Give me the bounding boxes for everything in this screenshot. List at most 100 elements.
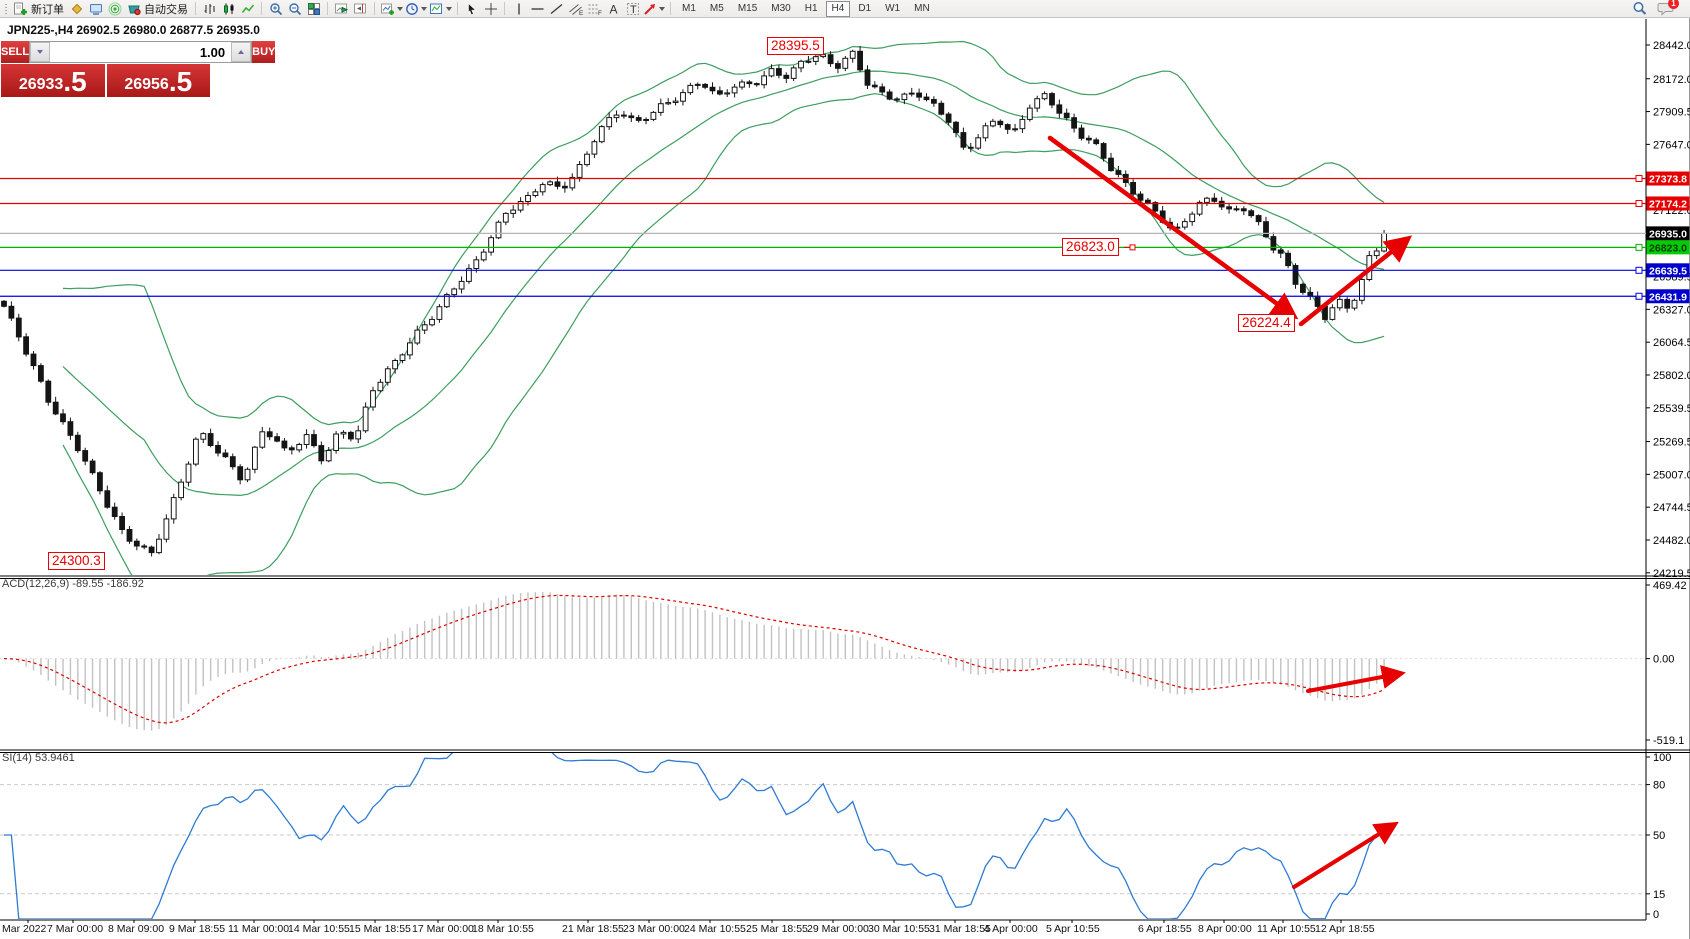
new-order-label[interactable]: 新订单 <box>31 1 64 17</box>
text-label-tool-icon[interactable]: T <box>624 1 641 17</box>
vertical-line-tool-icon[interactable] <box>510 1 527 17</box>
price-level-handle[interactable] <box>1636 244 1642 250</box>
rsi-arrow[interactable] <box>1294 826 1392 887</box>
timeframe-m5[interactable]: M5 <box>704 1 730 17</box>
price-tick-label: 24482.0 <box>1653 535 1690 547</box>
equidistant-channel-tool-icon[interactable]: E <box>567 1 584 17</box>
templates-caret[interactable] <box>446 7 452 11</box>
notifications-chat-icon[interactable]: 1 <box>1657 1 1674 17</box>
volume-input[interactable] <box>50 42 231 62</box>
candle-body <box>880 87 885 92</box>
chart-shift-icon[interactable] <box>352 1 369 17</box>
trend-arrow-up[interactable] <box>1301 241 1405 324</box>
candle-body <box>75 435 80 450</box>
candle-body <box>1241 209 1246 211</box>
candle-body <box>267 432 272 437</box>
volume-decrease-button[interactable] <box>30 42 50 62</box>
timeframe-d1[interactable]: D1 <box>852 1 877 17</box>
candle-body <box>142 546 147 547</box>
candle-body <box>238 467 243 480</box>
candle-body <box>703 84 708 87</box>
timeframe-h4[interactable]: H4 <box>826 1 851 17</box>
chart-window[interactable]: 28442.028172.027909.527647.027122.026589… <box>0 18 1690 939</box>
svg-text:A: A <box>610 2 618 16</box>
callout-26823[interactable]: 26823.0 <box>1062 238 1119 256</box>
new-order-icon[interactable] <box>12 1 29 17</box>
cursor-tool-icon[interactable] <box>463 1 480 17</box>
arrows-tool-icon[interactable] <box>643 1 665 17</box>
candle-body <box>1027 108 1032 119</box>
search-icon[interactable] <box>1631 1 1648 17</box>
candle-body <box>1050 94 1055 105</box>
trend-arrow-down[interactable] <box>1050 138 1291 314</box>
main-toolbar: 新订单 自动交易 <box>0 0 1690 18</box>
timeframe-m15[interactable]: M15 <box>732 1 763 17</box>
buy-button[interactable]: BUY <box>252 41 275 63</box>
trendline-tool-icon[interactable] <box>548 1 565 17</box>
tile-windows-icon[interactable] <box>305 1 322 17</box>
candle-body <box>105 491 110 507</box>
price-level-handle[interactable] <box>1636 293 1642 299</box>
candle-body <box>658 104 663 113</box>
candle-body <box>651 112 656 119</box>
macd-arrow[interactable] <box>1308 674 1398 691</box>
zoom-out-icon[interactable] <box>286 1 303 17</box>
timeframe-mn[interactable]: MN <box>908 1 936 17</box>
toolbar-grip[interactable] <box>4 3 8 15</box>
auto-trading-label[interactable]: 自动交易 <box>144 1 188 17</box>
candle-body <box>334 434 339 451</box>
timeframe-m30[interactable]: M30 <box>765 1 796 17</box>
auto-scroll-icon[interactable] <box>333 1 350 17</box>
candle-body <box>607 118 612 127</box>
arrows-tool-caret[interactable] <box>659 7 665 11</box>
candle-body <box>9 306 14 318</box>
candle-body <box>1101 144 1106 159</box>
toolbar-separator <box>327 2 328 15</box>
callout-24300[interactable]: 24300.3 <box>48 552 105 570</box>
price-chart-canvas[interactable]: 28442.028172.027909.527647.027122.026589… <box>0 18 1690 939</box>
timeframe-m1[interactable]: M1 <box>676 1 702 17</box>
callout-28395[interactable]: 28395.5 <box>767 37 824 55</box>
text-tool-icon[interactable]: A <box>605 1 622 17</box>
price-level-handle[interactable] <box>1636 267 1642 273</box>
buy-price[interactable]: 26956.5 <box>107 64 211 97</box>
candle-body <box>503 213 508 222</box>
crosshair-tool-icon[interactable] <box>482 1 499 17</box>
timeframe-h1[interactable]: H1 <box>799 1 824 17</box>
bar-chart-icon[interactable] <box>201 1 218 17</box>
candle-body <box>555 182 560 186</box>
candle-body <box>998 121 1003 124</box>
candle-body <box>769 69 774 76</box>
rsi-tick-label: 15 <box>1653 889 1665 901</box>
zoom-in-icon[interactable] <box>267 1 284 17</box>
signal-icon[interactable] <box>106 1 123 17</box>
callout-handle[interactable] <box>1130 245 1135 250</box>
price-level-handle[interactable] <box>1636 200 1642 206</box>
timeframe-w1[interactable]: W1 <box>879 1 906 17</box>
line-chart-icon[interactable] <box>239 1 256 17</box>
styles-icon[interactable] <box>68 1 85 17</box>
add-indicator-caret[interactable] <box>397 7 403 11</box>
sell-price[interactable]: 26933.5 <box>1 64 105 97</box>
price-level-handle[interactable] <box>1636 176 1642 182</box>
buy-price-frac: .5 <box>169 69 192 95</box>
fibonacci-tool-icon[interactable]: F <box>586 1 603 17</box>
candle-body <box>201 434 206 440</box>
candle-body <box>16 318 21 337</box>
periods-caret[interactable] <box>421 7 427 11</box>
horizontal-line-tool-icon[interactable] <box>529 1 546 17</box>
sell-button[interactable]: SELL <box>1 41 29 63</box>
candlestick-chart-icon[interactable] <box>220 1 237 17</box>
callout-26224[interactable]: 26224.4 <box>1238 314 1295 332</box>
price-tick-label: 24219.5 <box>1653 568 1690 580</box>
profile-icon[interactable] <box>87 1 104 17</box>
candle-body <box>1072 118 1077 128</box>
candle-body <box>341 432 346 434</box>
volume-increase-button[interactable] <box>231 42 251 62</box>
date-label: 9 Mar 18:55 <box>169 923 225 935</box>
candle-body <box>1205 198 1210 202</box>
templates-icon[interactable] <box>429 1 452 17</box>
periods-clock-icon[interactable] <box>405 1 427 17</box>
auto-trading-icon[interactable] <box>125 1 142 17</box>
add-indicator-icon[interactable] <box>380 1 403 17</box>
